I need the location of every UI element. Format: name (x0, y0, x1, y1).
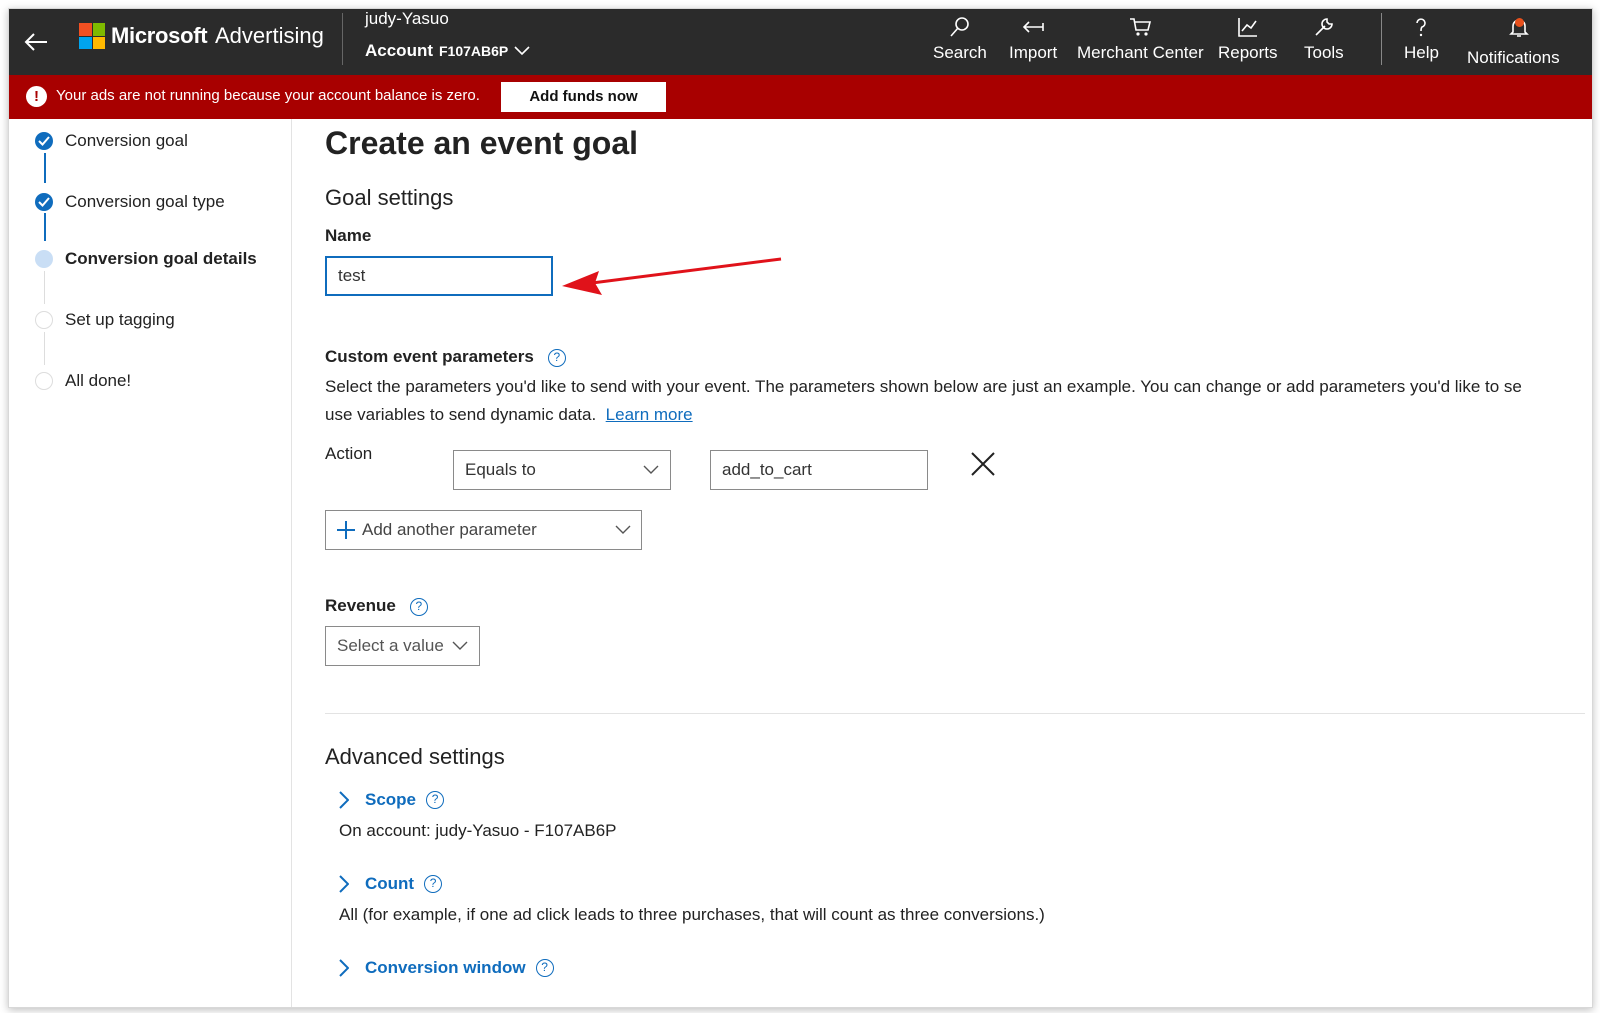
app-window: Microsoft Advertising judy-Yasuo Account… (8, 8, 1593, 1008)
annotation-arrow (562, 257, 782, 295)
